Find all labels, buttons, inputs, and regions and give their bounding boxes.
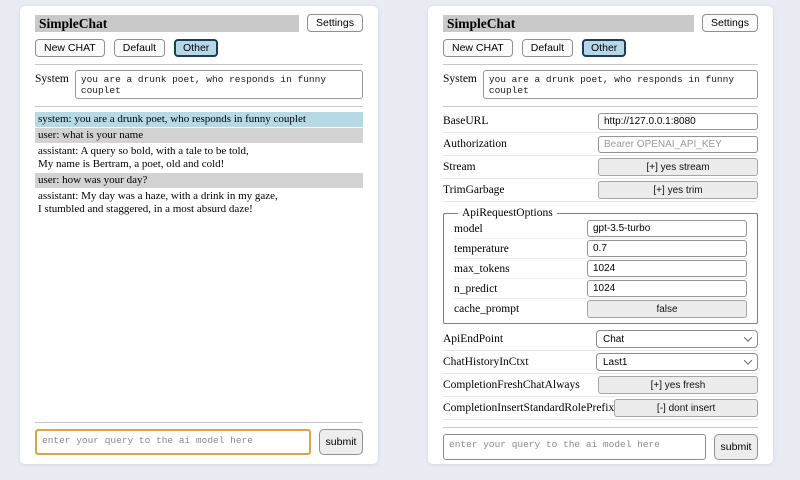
setting-row-max-tokens: max_tokens [454,259,747,279]
api-request-options-fieldset: ApiRequestOptions model temperature max_… [443,207,758,324]
settings-button[interactable]: Settings [307,14,363,32]
stream-label: Stream [443,161,476,173]
chat-message-assistant: assistant: A query so bold, with a tale … [35,144,363,172]
api-endpoint-selected-value: Chat [603,334,624,345]
divider [443,64,758,65]
new-chat-button[interactable]: New CHAT [35,39,105,57]
setting-row-trimgarbage: TrimGarbage [+] yes trim [443,179,758,202]
temperature-input[interactable] [587,240,747,257]
divider [443,106,758,107]
system-prompt-row: System you are a drunk poet, who respond… [35,70,363,99]
session-tab-default[interactable]: Default [522,39,573,57]
api-endpoint-label: ApiEndPoint [443,333,503,345]
chat-message-assistant: assistant: My day was a haze, with a dri… [35,189,363,217]
submit-button[interactable]: submit [714,434,758,460]
api-endpoint-select[interactable]: Chat [596,330,758,348]
n-predict-label: n_predict [454,283,497,295]
query-row: submit [443,434,758,460]
trimgarbage-toggle-button[interactable]: [+] yes trim [598,181,758,199]
divider [35,64,363,65]
max-tokens-label: max_tokens [454,263,510,275]
model-input[interactable] [587,220,747,237]
system-prompt-row: System you are a drunk poet, who respond… [443,70,758,99]
new-chat-button[interactable]: New CHAT [443,39,513,57]
divider [443,427,758,428]
session-tab-default[interactable]: Default [114,39,165,57]
app-title: SimpleChat [443,15,694,32]
setting-row-completion-insert-standard-role-prefix: CompletionInsertStandardRolePrefix [-] d… [443,397,758,420]
setting-row-temperature: temperature [454,239,747,259]
chevron-down-icon [744,356,752,364]
setting-row-authorization: Authorization [443,133,758,156]
completion-insert-standard-role-prefix-label: CompletionInsertStandardRolePrefix [443,402,614,414]
session-toolbar: New CHAT Default Other [35,39,363,57]
setting-row-stream: Stream [+] yes stream [443,156,758,179]
app-title: SimpleChat [35,15,299,32]
authorization-input[interactable] [598,136,758,153]
system-prompt-label: System [35,70,69,99]
system-prompt-label: System [443,70,477,99]
session-tab-other[interactable]: Other [582,39,626,57]
chat-history-in-ctxt-label: ChatHistoryInCtxt [443,356,529,368]
session-tab-other[interactable]: Other [174,39,218,57]
temperature-label: temperature [454,243,509,255]
setting-row-n-predict: n_predict [454,279,747,299]
submit-button[interactable]: submit [319,429,363,455]
completion-insert-role-prefix-toggle-button[interactable]: [-] dont insert [614,399,758,417]
query-row: submit [35,429,363,455]
empty-space [35,218,363,415]
system-prompt-input[interactable]: you are a drunk poet, who responds in fu… [75,70,363,99]
baseurl-input[interactable] [598,113,758,130]
setting-row-chat-history-in-ctxt: ChatHistoryInCtxt Last1 [443,351,758,374]
authorization-label: Authorization [443,138,507,150]
chat-message-system: system: you are a drunk poet, who respon… [35,112,363,127]
stream-toggle-button[interactable]: [+] yes stream [598,158,758,176]
baseurl-label: BaseURL [443,115,488,127]
session-toolbar: New CHAT Default Other [443,39,758,57]
cache-prompt-toggle-button[interactable]: false [587,300,747,318]
setting-row-baseurl: BaseURL [443,110,758,133]
settings-button[interactable]: Settings [702,14,758,32]
setting-row-api-endpoint: ApiEndPoint Chat [443,328,758,351]
divider [35,106,363,107]
n-predict-input[interactable] [587,280,747,297]
settings-panel: SimpleChat Settings New CHAT Default Oth… [428,6,773,464]
cache-prompt-label: cache_prompt [454,303,519,315]
setting-row-model: model [454,219,747,239]
app-header: SimpleChat Settings [443,14,758,32]
settings-list: BaseURL Authorization Stream [+] yes str… [443,110,758,420]
api-request-options-legend: ApiRequestOptions [458,207,557,219]
model-label: model [454,223,483,235]
chat-panel: SimpleChat Settings New CHAT Default Oth… [20,6,378,464]
chat-history-selected-value: Last1 [603,357,627,368]
max-tokens-input[interactable] [587,260,747,277]
chat-message-list: system: you are a drunk poet, who respon… [35,112,363,218]
chat-message-user: user: what is your name [35,128,363,143]
query-input[interactable] [443,434,706,460]
chat-message-user: user: how was your day? [35,173,363,188]
setting-row-completion-fresh-chat-always: CompletionFreshChatAlways [+] yes fresh [443,374,758,397]
completion-fresh-chat-toggle-button[interactable]: [+] yes fresh [598,376,758,394]
chat-history-in-ctxt-select[interactable]: Last1 [596,353,758,371]
trimgarbage-label: TrimGarbage [443,184,505,196]
system-prompt-input[interactable]: you are a drunk poet, who responds in fu… [483,70,758,99]
app-header: SimpleChat Settings [35,14,363,32]
completion-fresh-chat-always-label: CompletionFreshChatAlways [443,379,580,391]
query-input[interactable] [35,429,311,455]
chevron-down-icon [744,333,752,341]
setting-row-cache-prompt: cache_prompt false [454,299,747,319]
divider [35,422,363,423]
